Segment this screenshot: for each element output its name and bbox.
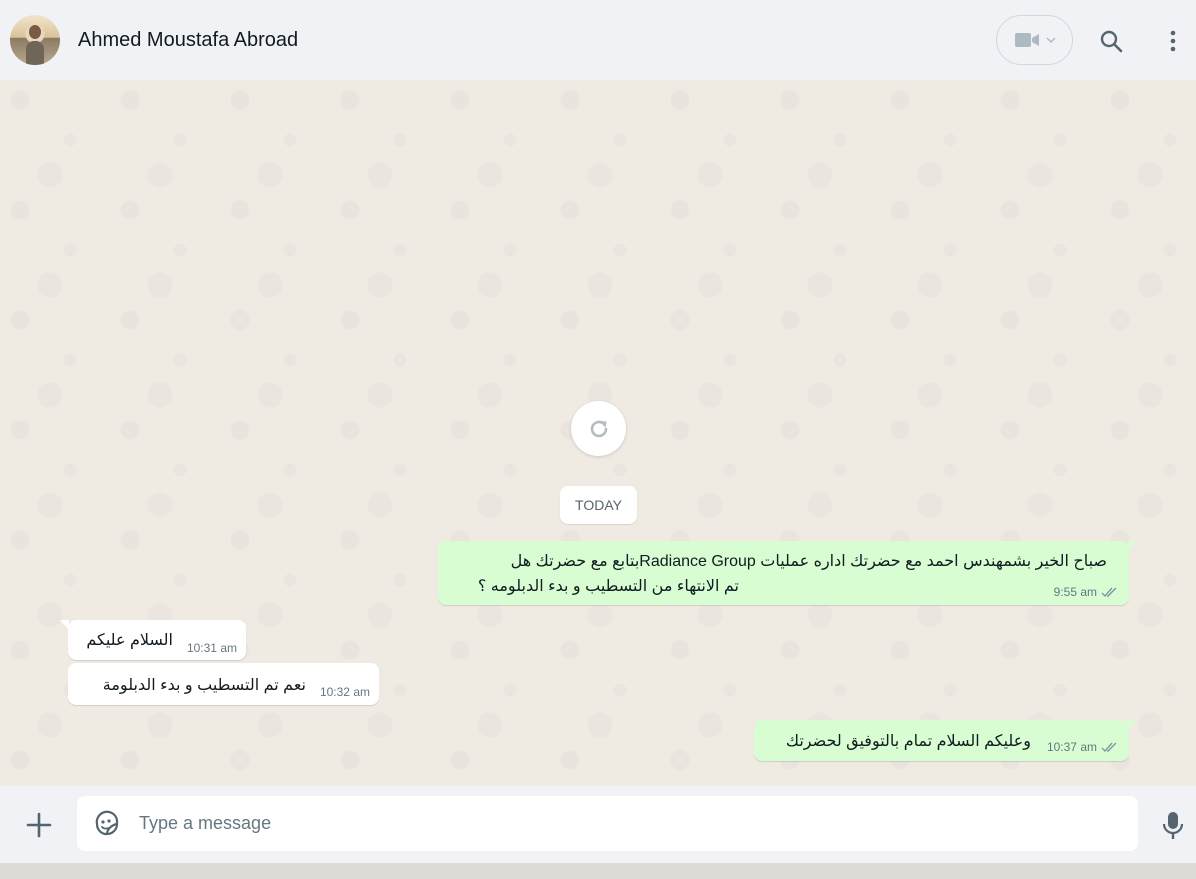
avatar-head: [29, 25, 41, 39]
message-composer: [0, 786, 1196, 863]
message-time: 10:32 am: [319, 685, 370, 699]
double-check-icon: [1101, 587, 1117, 597]
message-incoming[interactable]: نعم تم التسطيب و بدء الدبلومة 10:32 am: [68, 663, 379, 705]
message-time: 10:37 am: [1046, 740, 1097, 754]
message-meta: 10:37 am: [1047, 740, 1119, 754]
bubble-tail: [60, 620, 69, 630]
message-text: صباح الخير بشمهندس احمد مع حضرتك اداره ع…: [510, 553, 1107, 570]
message-text: نعم تم التسطيب و بدء الدبلومة: [102, 677, 306, 694]
message-meta: 10:32 am: [320, 685, 370, 699]
message-text: السلام عليكم: [86, 632, 173, 649]
message-outgoing[interactable]: وعليكم السلام تمام بالتوفيق لحضرتك 10:37…: [754, 720, 1137, 761]
message-input-box: [77, 796, 1138, 851]
contact-name[interactable]: Ahmed Moustafa Abroad: [78, 29, 298, 52]
message-input[interactable]: [139, 804, 1119, 843]
date-divider: TODAY: [560, 486, 637, 524]
avatar-body: [26, 41, 44, 65]
video-camera-icon: [1014, 33, 1039, 47]
message-time: 9:55 am: [1053, 585, 1097, 599]
message-meta: 10:31 am: [187, 641, 237, 655]
menu-button[interactable]: [1160, 24, 1186, 58]
contact-avatar[interactable]: [10, 15, 60, 65]
vertical-dots-icon: [1170, 30, 1176, 52]
bubble-tail: [1128, 720, 1137, 730]
message-text: تم الانتهاء من التسطيب و بدء الدبلومه ؟: [477, 578, 739, 595]
search-button[interactable]: [1094, 24, 1128, 58]
message-time: 10:31 am: [186, 641, 237, 655]
plus-icon: [26, 812, 52, 838]
voice-message-button[interactable]: [1160, 810, 1186, 842]
sticker-button[interactable]: [93, 810, 121, 838]
message-outgoing[interactable]: صباح الخير بشمهندس احمد مع حضرتك اداره ع…: [438, 541, 1137, 605]
refresh-icon: [590, 420, 607, 437]
chevron-down-icon: [1045, 37, 1056, 44]
attach-button[interactable]: [24, 810, 54, 840]
message-meta: 9:55 am: [1054, 585, 1119, 599]
window-bottom-edge: [0, 863, 1196, 879]
search-icon: [1100, 30, 1123, 53]
message-text: وعليكم السلام تمام بالتوفيق لحضرتك: [785, 733, 1031, 750]
video-call-button[interactable]: [996, 15, 1073, 65]
bubble-tail: [1128, 541, 1137, 551]
sticker-icon: [95, 810, 119, 836]
chat-header: Ahmed Moustafa Abroad: [0, 0, 1196, 80]
message-incoming[interactable]: السلام عليكم 10:31 am: [60, 620, 246, 660]
load-more-button[interactable]: [571, 401, 626, 456]
chat-panel: TODAY صباح الخير بشمهندس احمد مع حضرتك ا…: [0, 80, 1196, 786]
microphone-icon: [1162, 812, 1184, 839]
double-check-icon: [1101, 742, 1117, 752]
